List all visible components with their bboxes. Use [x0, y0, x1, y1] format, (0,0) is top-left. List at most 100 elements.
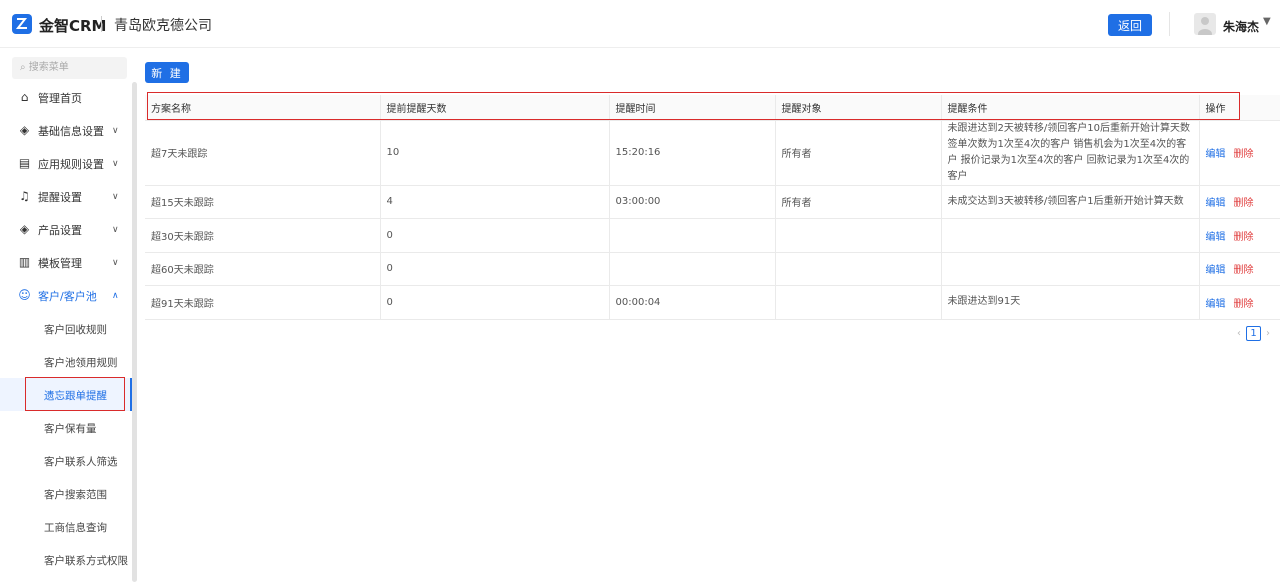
edit-link[interactable]: 编辑	[1206, 232, 1226, 243]
sidebar-item-customer-pool[interactable]: ☺ 客户/客户池 ∧	[0, 279, 132, 312]
actions-cell: 编辑 删除	[1199, 218, 1280, 253]
cube-icon: ◈	[19, 123, 30, 137]
chevron-down-icon: ∨	[112, 191, 119, 202]
reminder-table: 方案名称 提前提醒天数 提醒时间 提醒对象 提醒条件 操作 超7天未跟踪 10 …	[145, 95, 1280, 320]
table-cell	[775, 285, 942, 320]
sidebar-item-basic-settings[interactable]: ◈ 基础信息设置 ∨	[0, 114, 132, 147]
sidebar-subitem-pool-claim-rules[interactable]: 客户池领用规则	[0, 345, 132, 378]
sidebar-item-label: 管理首页	[38, 91, 82, 105]
actions-cell: 编辑 删除	[1199, 120, 1280, 186]
sidebar-item-label: 基础信息设置	[38, 124, 104, 138]
sidebar-item-label: 应用规则设置	[38, 157, 104, 171]
search-input[interactable]: ⌕ 搜索菜单	[12, 57, 127, 79]
highlight-box	[147, 92, 1240, 120]
table-cell	[775, 252, 942, 286]
document-icon: ▤	[18, 156, 31, 170]
sidebar-subitem-recycle-rules[interactable]: 客户回收规则	[0, 312, 132, 345]
sidebar-subitem-label: 客户保有量	[44, 423, 97, 435]
template-icon: ▥	[18, 255, 31, 269]
edit-link[interactable]: 编辑	[1206, 299, 1226, 310]
table-cell: 超30天未跟踪	[145, 218, 381, 253]
back-button[interactable]: 返回	[1108, 14, 1152, 36]
sidebar-item-reminder-settings[interactable]: ♫ 提醒设置 ∨	[0, 180, 132, 213]
table-cell: 超15天未跟踪	[145, 185, 381, 219]
sidebar-subitem-contact-permission[interactable]: 客户联系方式权限	[0, 543, 132, 576]
brand-name: 金智CRM	[39, 17, 107, 35]
edit-link[interactable]: 编辑	[1206, 149, 1226, 160]
home-icon: ⌂	[20, 90, 29, 104]
header-divider	[1169, 12, 1170, 36]
table-row: 超60天未跟踪 0 编辑 删除	[145, 252, 1280, 286]
username[interactable]: 朱海杰	[1223, 18, 1259, 35]
cube-icon: ◈	[19, 222, 30, 236]
sidebar-subitem-label: 工商信息查询	[44, 522, 107, 534]
new-button[interactable]: 新 建	[145, 62, 189, 83]
table-cell	[609, 218, 776, 253]
chevron-left-icon[interactable]: ‹	[1237, 328, 1241, 339]
table-row: 超91天未跟踪 0 00:00:04 未跟进达到91天 编辑 删除	[145, 285, 1280, 320]
table-cell: 超91天未跟踪	[145, 285, 381, 320]
sidebar-item-product-settings[interactable]: ◈ 产品设置 ∨	[0, 213, 132, 246]
search-icon: ⌕	[20, 62, 26, 73]
table-cell: 所有者	[775, 185, 942, 219]
sidebar-subitem-label: 客户联系人筛选	[44, 456, 118, 468]
sidebar-subitem-business-info[interactable]: 工商信息查询	[0, 510, 132, 543]
delete-link[interactable]: 删除	[1234, 198, 1254, 209]
page-number[interactable]: 1	[1246, 326, 1261, 341]
table-cell: 03:00:00	[609, 185, 776, 219]
highlight-box	[25, 377, 125, 411]
edit-link[interactable]: 编辑	[1206, 265, 1226, 276]
sidebar-subitem-label: 客户池领用规则	[44, 357, 118, 369]
table-cell: 0	[380, 218, 610, 253]
table-row: 超7天未跟踪 10 15:20:16 所有者 未跟进达到2天被转移/领回客户10…	[145, 120, 1280, 186]
logo-icon	[12, 14, 32, 34]
sidebar-item-home[interactable]: ⌂ 管理首页	[0, 81, 132, 114]
sidebar-item-app-rules[interactable]: ▤ 应用规则设置 ∨	[0, 147, 132, 180]
brand-divider	[101, 16, 102, 32]
table-cell: 未成交达到3天被转移/领回客户1后重新开始计算天数	[941, 185, 1200, 219]
actions-cell: 编辑 删除	[1199, 185, 1280, 219]
sidebar-subitem-retention[interactable]: 客户保有量	[0, 411, 132, 444]
chevron-right-icon[interactable]: ›	[1266, 328, 1270, 339]
chevron-down-icon[interactable]: ▼	[1263, 16, 1271, 27]
sidebar-item-label: 模板管理	[38, 256, 82, 270]
sidebar-item-label: 客户/客户池	[38, 289, 97, 303]
company-name: 青岛欧克德公司	[114, 18, 212, 34]
chevron-down-icon: ∨	[112, 257, 119, 268]
chevron-up-icon: ∧	[112, 290, 119, 301]
table-cell: 15:20:16	[609, 120, 776, 186]
chevron-down-icon: ∨	[112, 125, 119, 136]
delete-link[interactable]: 删除	[1234, 299, 1254, 310]
users-icon: ☺	[18, 288, 31, 302]
table-row: 超30天未跟踪 0 编辑 删除	[145, 218, 1280, 253]
delete-link[interactable]: 删除	[1234, 232, 1254, 243]
table-cell: 00:00:04	[609, 285, 776, 320]
delete-link[interactable]: 删除	[1234, 265, 1254, 276]
sidebar-item-label: 提醒设置	[38, 190, 82, 204]
sidebar-scrollbar[interactable]	[132, 82, 137, 582]
sidebar: ⌕ 搜索菜单 ⌂ 管理首页 ◈ 基础信息设置 ∨ ▤ 应用规则设置 ∨ ♫ 提醒…	[0, 48, 138, 582]
table-cell: 未跟进达到91天	[941, 285, 1200, 320]
actions-cell: 编辑 删除	[1199, 285, 1280, 320]
sidebar-subitem-label: 客户搜索范围	[44, 489, 107, 501]
table-cell: 0	[380, 285, 610, 320]
sidebar-subitem-search-scope[interactable]: 客户搜索范围	[0, 477, 132, 510]
delete-link[interactable]: 删除	[1234, 149, 1254, 160]
avatar[interactable]	[1194, 13, 1216, 35]
table-cell: 10	[380, 120, 610, 186]
table-cell: 超60天未跟踪	[145, 252, 381, 286]
table-cell	[609, 252, 776, 286]
table-cell	[775, 218, 942, 253]
sidebar-subitem-contact-filter[interactable]: 客户联系人筛选	[0, 444, 132, 477]
sidebar-item-templates[interactable]: ▥ 模板管理 ∨	[0, 246, 132, 279]
table-cell	[941, 252, 1200, 286]
table-cell: 所有者	[775, 120, 942, 186]
sidebar-subitem-label: 客户联系方式权限	[44, 555, 128, 567]
top-header: 金智CRM 青岛欧克德公司 返回 朱海杰 ▼	[0, 0, 1280, 48]
sidebar-subitem-label: 客户回收规则	[44, 324, 107, 336]
pagination: ‹ 1 ›	[1237, 326, 1270, 341]
edit-link[interactable]: 编辑	[1206, 198, 1226, 209]
table-cell: 0	[380, 252, 610, 286]
actions-cell: 编辑 删除	[1199, 252, 1280, 286]
bell-icon: ♫	[19, 189, 30, 203]
